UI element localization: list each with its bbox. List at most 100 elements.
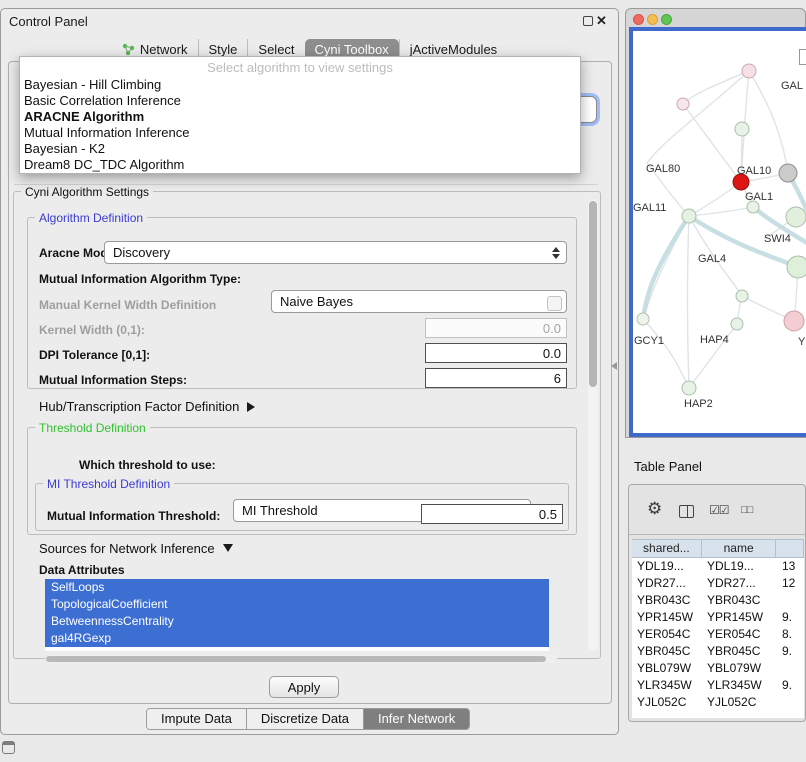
- mi-threshold-field[interactable]: [421, 504, 563, 524]
- table-cell: YDL19...: [632, 558, 702, 575]
- mi-threshold-group-title: MI Threshold Definition: [43, 477, 174, 491]
- tab-discretize-data[interactable]: Discretize Data: [246, 709, 363, 729]
- network-node-label: SWI4: [764, 233, 791, 245]
- attribute-list-item[interactable]: TopologicalCoefficient: [45, 596, 549, 613]
- manual-kernel-label: Manual Kernel Width Definition: [39, 298, 216, 312]
- algorithm-option[interactable]: Bayesian - Hill Climbing: [20, 77, 580, 93]
- dpi-tolerance-field[interactable]: [425, 343, 567, 363]
- algorithm-popup-prompt: Select algorithm to view settings: [20, 59, 580, 77]
- network-node[interactable]: [786, 207, 806, 227]
- kernel-width-field[interactable]: [425, 318, 567, 338]
- table-header-cell[interactable]: [776, 540, 804, 557]
- zoom-traffic-light-icon[interactable]: [661, 14, 672, 25]
- threshold-definition-title: Threshold Definition: [35, 421, 150, 435]
- table-row[interactable]: YBR045CYBR045C9.: [632, 643, 804, 660]
- network-node-label: Y: [798, 336, 806, 348]
- network-view-focus-border: GALGAL80GAL10GAL1GAL11SWI4GAL4GCY1HAP4YH…: [629, 27, 806, 437]
- network-scrollbar-fragment[interactable]: [799, 49, 806, 65]
- columns-icon[interactable]: [679, 505, 694, 518]
- network-node[interactable]: [735, 122, 749, 136]
- table-header-cell[interactable]: shared...: [632, 540, 702, 557]
- algorithm-option[interactable]: ARACNE Algorithm: [20, 109, 580, 125]
- network-node[interactable]: [784, 311, 804, 331]
- table-row[interactable]: YDL19...YDL19...13: [632, 558, 804, 575]
- network-node[interactable]: [682, 209, 696, 223]
- table-row[interactable]: YPR145WYPR145W9.: [632, 609, 804, 626]
- network-node-label: GAL: [781, 80, 803, 92]
- sources-section-toggle[interactable]: Sources for Network Inference: [39, 541, 233, 556]
- aracne-mode-combobox[interactable]: Discovery: [104, 241, 567, 264]
- network-node[interactable]: [637, 313, 649, 325]
- close-icon[interactable]: ✕: [596, 13, 607, 29]
- gear-icon[interactable]: ⚙: [647, 499, 662, 519]
- table-body: YDL19...YDL19...13YDR27...YDR27...12YBR0…: [632, 558, 804, 718]
- attribute-list-item[interactable]: gal4RGexp: [45, 630, 549, 647]
- algorithm-definition-title: Algorithm Definition: [35, 211, 147, 225]
- network-node[interactable]: [731, 318, 743, 330]
- apply-button[interactable]: Apply: [269, 676, 339, 698]
- attribute-list-item[interactable]: SelfLoops: [45, 579, 549, 596]
- network-node[interactable]: [787, 256, 806, 278]
- network-icon: [122, 43, 135, 56]
- minimized-panel-icon[interactable]: [2, 741, 15, 754]
- mi-type-combobox[interactable]: Naive Bayes: [271, 290, 567, 313]
- tab-jactivemodules-label: jActiveModules: [410, 42, 497, 57]
- float-window-icon[interactable]: [583, 16, 593, 26]
- which-threshold-label: Which threshold to use:: [79, 458, 216, 472]
- table-header-cell[interactable]: name: [702, 540, 777, 557]
- algorithm-option[interactable]: Mutual Information Inference: [20, 125, 580, 141]
- table-cell: [777, 592, 804, 609]
- network-node[interactable]: [779, 164, 797, 182]
- algorithm-option[interactable]: Dream8 DC_TDC Algorithm: [20, 157, 580, 173]
- table-row[interactable]: YLR345WYLR345W9.: [632, 677, 804, 694]
- network-node-label: GCY1: [634, 335, 664, 347]
- select-all-checkboxes-icon[interactable]: ☑☑: [709, 503, 729, 517]
- network-graph: GALGAL80GAL10GAL1GAL11SWI4GAL4GCY1HAP4YH…: [633, 31, 806, 433]
- table-row[interactable]: YDR27...YDR27...12: [632, 575, 804, 592]
- table-panel-title: Table Panel: [634, 459, 702, 474]
- minimize-traffic-light-icon[interactable]: [647, 14, 658, 25]
- manual-kernel-checkbox[interactable]: [547, 296, 562, 311]
- algorithm-option[interactable]: Basic Correlation Inference: [20, 93, 580, 109]
- attribute-list-hscrollbar-thumb[interactable]: [46, 656, 546, 662]
- network-node-label: GAL11: [633, 202, 666, 214]
- mi-steps-label: Mutual Information Steps:: [39, 373, 187, 387]
- table-row[interactable]: YER054CYER054C8.: [632, 626, 804, 643]
- deselect-all-checkboxes-icon[interactable]: □□: [741, 504, 752, 516]
- network-view-window: GALGAL80GAL10GAL1GAL11SWI4GAL4GCY1HAP4YH…: [625, 8, 806, 438]
- table-cell: [777, 694, 804, 711]
- table-cell: YJL052C: [702, 694, 777, 711]
- mi-threshold-label: Mutual Information Threshold:: [47, 509, 220, 523]
- close-traffic-light-icon[interactable]: [633, 14, 644, 25]
- hub-section-toggle[interactable]: Hub/Transcription Factor Definition: [39, 399, 255, 414]
- mi-steps-field[interactable]: [425, 368, 567, 388]
- network-node[interactable]: [677, 98, 689, 110]
- attribute-list[interactable]: SelfLoopsTopologicalCoefficientBetweenne…: [45, 579, 549, 651]
- chevron-right-icon: [247, 402, 255, 412]
- network-node[interactable]: [682, 381, 696, 395]
- table-row[interactable]: YJL052CYJL052C: [632, 694, 804, 711]
- network-node-label: HAP4: [700, 334, 729, 346]
- network-node[interactable]: [736, 290, 748, 302]
- tab-infer-network[interactable]: Infer Network: [363, 709, 469, 729]
- algorithm-option[interactable]: Bayesian - K2: [20, 141, 580, 157]
- dpi-tolerance-label: DPI Tolerance [0,1]:: [39, 348, 150, 362]
- tab-impute-data[interactable]: Impute Data: [147, 709, 246, 729]
- attribute-list-hscrollbar[interactable]: [45, 655, 557, 663]
- table-cell: YDR27...: [632, 575, 702, 592]
- settings-scrollbar-thumb[interactable]: [589, 201, 597, 387]
- table-row[interactable]: YBR043CYBR043C: [632, 592, 804, 609]
- table-cell: YER054C: [702, 626, 777, 643]
- network-canvas[interactable]: GALGAL80GAL10GAL1GAL11SWI4GAL4GCY1HAP4YH…: [633, 31, 806, 433]
- table-cell: YBL079W: [632, 660, 702, 677]
- panel-collapse-icon[interactable]: [611, 362, 617, 370]
- settings-group-title: Cyni Algorithm Settings: [21, 185, 153, 199]
- table-cell: YBR043C: [702, 592, 777, 609]
- table-cell: YLR345W: [632, 677, 702, 694]
- attribute-list-item[interactable]: BetweennessCentrality: [45, 613, 549, 630]
- network-node[interactable]: [742, 64, 756, 78]
- table-panel-window: ⚙ ☑☑ □□ shared...name YDL19...YDL19...13…: [628, 484, 806, 722]
- table-row[interactable]: YBL079WYBL079W: [632, 660, 804, 677]
- settings-scrollbar-track[interactable]: [588, 199, 598, 651]
- table-cell: 9.: [777, 677, 804, 694]
